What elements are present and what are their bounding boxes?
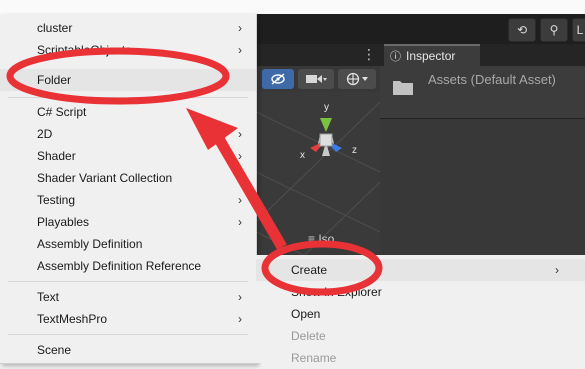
visibility-toggle-button[interactable] — [262, 69, 294, 89]
axis-z-label: z — [352, 145, 357, 156]
menu-item-label: Folder — [37, 73, 72, 87]
menu-item-shader-variant-collection[interactable]: Shader Variant Collection — [0, 167, 256, 189]
chevron-right-icon: › — [238, 193, 242, 207]
scene-toolbar — [256, 66, 380, 93]
menu-separator — [8, 281, 248, 282]
menu-separator — [8, 334, 248, 335]
history-button[interactable]: ⟲ — [508, 18, 536, 42]
menu-item-shader[interactable]: Shader › — [0, 145, 256, 167]
menu-item-label: Delete — [291, 329, 326, 343]
gizmos-dropdown-button[interactable] — [338, 69, 376, 89]
camera-icon — [306, 75, 327, 83]
menu-item-label: Assembly Definition Reference — [37, 259, 202, 273]
menu-item-csharp-script[interactable]: C# Script — [0, 101, 256, 123]
orientation-gizmo[interactable]: y x z — [286, 100, 366, 180]
menu-item-label: C# Script — [37, 105, 87, 119]
menu-item-label: Create — [291, 263, 328, 277]
menu-separator — [8, 97, 248, 98]
tab-inspector-label: Inspector — [406, 49, 456, 63]
projection-label[interactable]: ≡ Iso — [308, 232, 334, 246]
menu-item-label: Playables — [37, 215, 90, 229]
menu-item-testing[interactable]: Testing › — [0, 189, 256, 211]
menu-item-label: Shader — [37, 149, 76, 163]
menu-item-label: Open — [291, 307, 321, 321]
scene-tabbar: ⋮ — [256, 44, 380, 66]
menu-item-label: 2D — [37, 127, 53, 141]
search-icon: ⚲ — [549, 23, 559, 37]
layers-icon: L — [576, 23, 584, 37]
camera-dropdown-button[interactable] — [298, 69, 334, 89]
more-options-icon[interactable]: ⋮ — [362, 46, 376, 63]
chevron-right-icon: › — [238, 312, 242, 326]
eye-slash-icon — [271, 73, 285, 85]
menu-item-scene[interactable]: Scene — [0, 339, 256, 361]
menu-item-label: Show in Explorer — [291, 285, 382, 299]
editor-top-toolbar: ⟲ ⚲ L — [256, 14, 585, 44]
menu-item-label: Assembly Definition — [37, 237, 143, 251]
context-item-rename: Rename — [256, 347, 585, 369]
menu-item-assembly-definition[interactable]: Assembly Definition — [0, 233, 256, 255]
menu-item-scriptableobjects[interactable]: ScriptableObjects › — [0, 39, 256, 61]
menu-item-label: Shader Variant Collection — [37, 171, 173, 185]
tab-inspector[interactable]: ⓘ Inspector — [384, 44, 480, 66]
menu-item-textmeshpro[interactable]: TextMeshPro › — [0, 308, 256, 330]
context-item-create[interactable]: Create › — [256, 259, 585, 281]
layers-dropdown[interactable]: L — [572, 18, 585, 42]
context-item-show-in-explorer[interactable]: Show in Explorer — [256, 281, 585, 303]
menu-item-cluster[interactable]: cluster › — [0, 17, 256, 39]
chevron-right-icon: › — [238, 127, 242, 141]
chevron-right-icon: › — [238, 149, 242, 163]
history-icon: ⟲ — [516, 23, 528, 37]
menu-item-label: cluster — [37, 21, 73, 35]
menu-item-label: Testing — [37, 193, 76, 207]
axis-y-label: y — [324, 102, 329, 113]
create-submenu: cluster › ScriptableObjects › Folder C# … — [0, 14, 257, 364]
inspector-header: Assets (Default Asset) — [380, 66, 585, 119]
context-menu: Create › Show in Explorer Open Delete Re… — [256, 255, 585, 365]
folder-icon — [393, 81, 413, 95]
chevron-right-icon: › — [238, 215, 242, 229]
info-icon: ⓘ — [390, 51, 401, 63]
menu-item-assembly-definition-reference[interactable]: Assembly Definition Reference — [0, 255, 256, 277]
menu-item-2d[interactable]: 2D › — [0, 123, 256, 145]
chevron-right-icon: › — [238, 290, 242, 304]
axis-x-label: x — [300, 150, 305, 161]
menu-item-label: ScriptableObjects — [37, 43, 132, 57]
context-item-delete: Delete — [256, 325, 585, 347]
menu-item-folder[interactable]: Folder — [0, 69, 256, 91]
menu-item-playables[interactable]: Playables › — [0, 211, 256, 233]
chevron-right-icon: › — [555, 263, 559, 277]
gizmo-globe-icon — [346, 72, 368, 86]
menu-item-label: Text — [37, 290, 60, 304]
menu-item-label: TextMeshPro — [37, 312, 108, 326]
search-button[interactable]: ⚲ — [540, 18, 568, 42]
inspector-title: Assets (Default Asset) — [428, 72, 556, 87]
menu-item-label: Scene — [37, 343, 72, 357]
menu-item-text[interactable]: Text › — [0, 286, 256, 308]
chevron-right-icon: › — [238, 21, 242, 35]
chevron-right-icon: › — [238, 43, 242, 57]
context-item-open[interactable]: Open — [256, 303, 585, 325]
